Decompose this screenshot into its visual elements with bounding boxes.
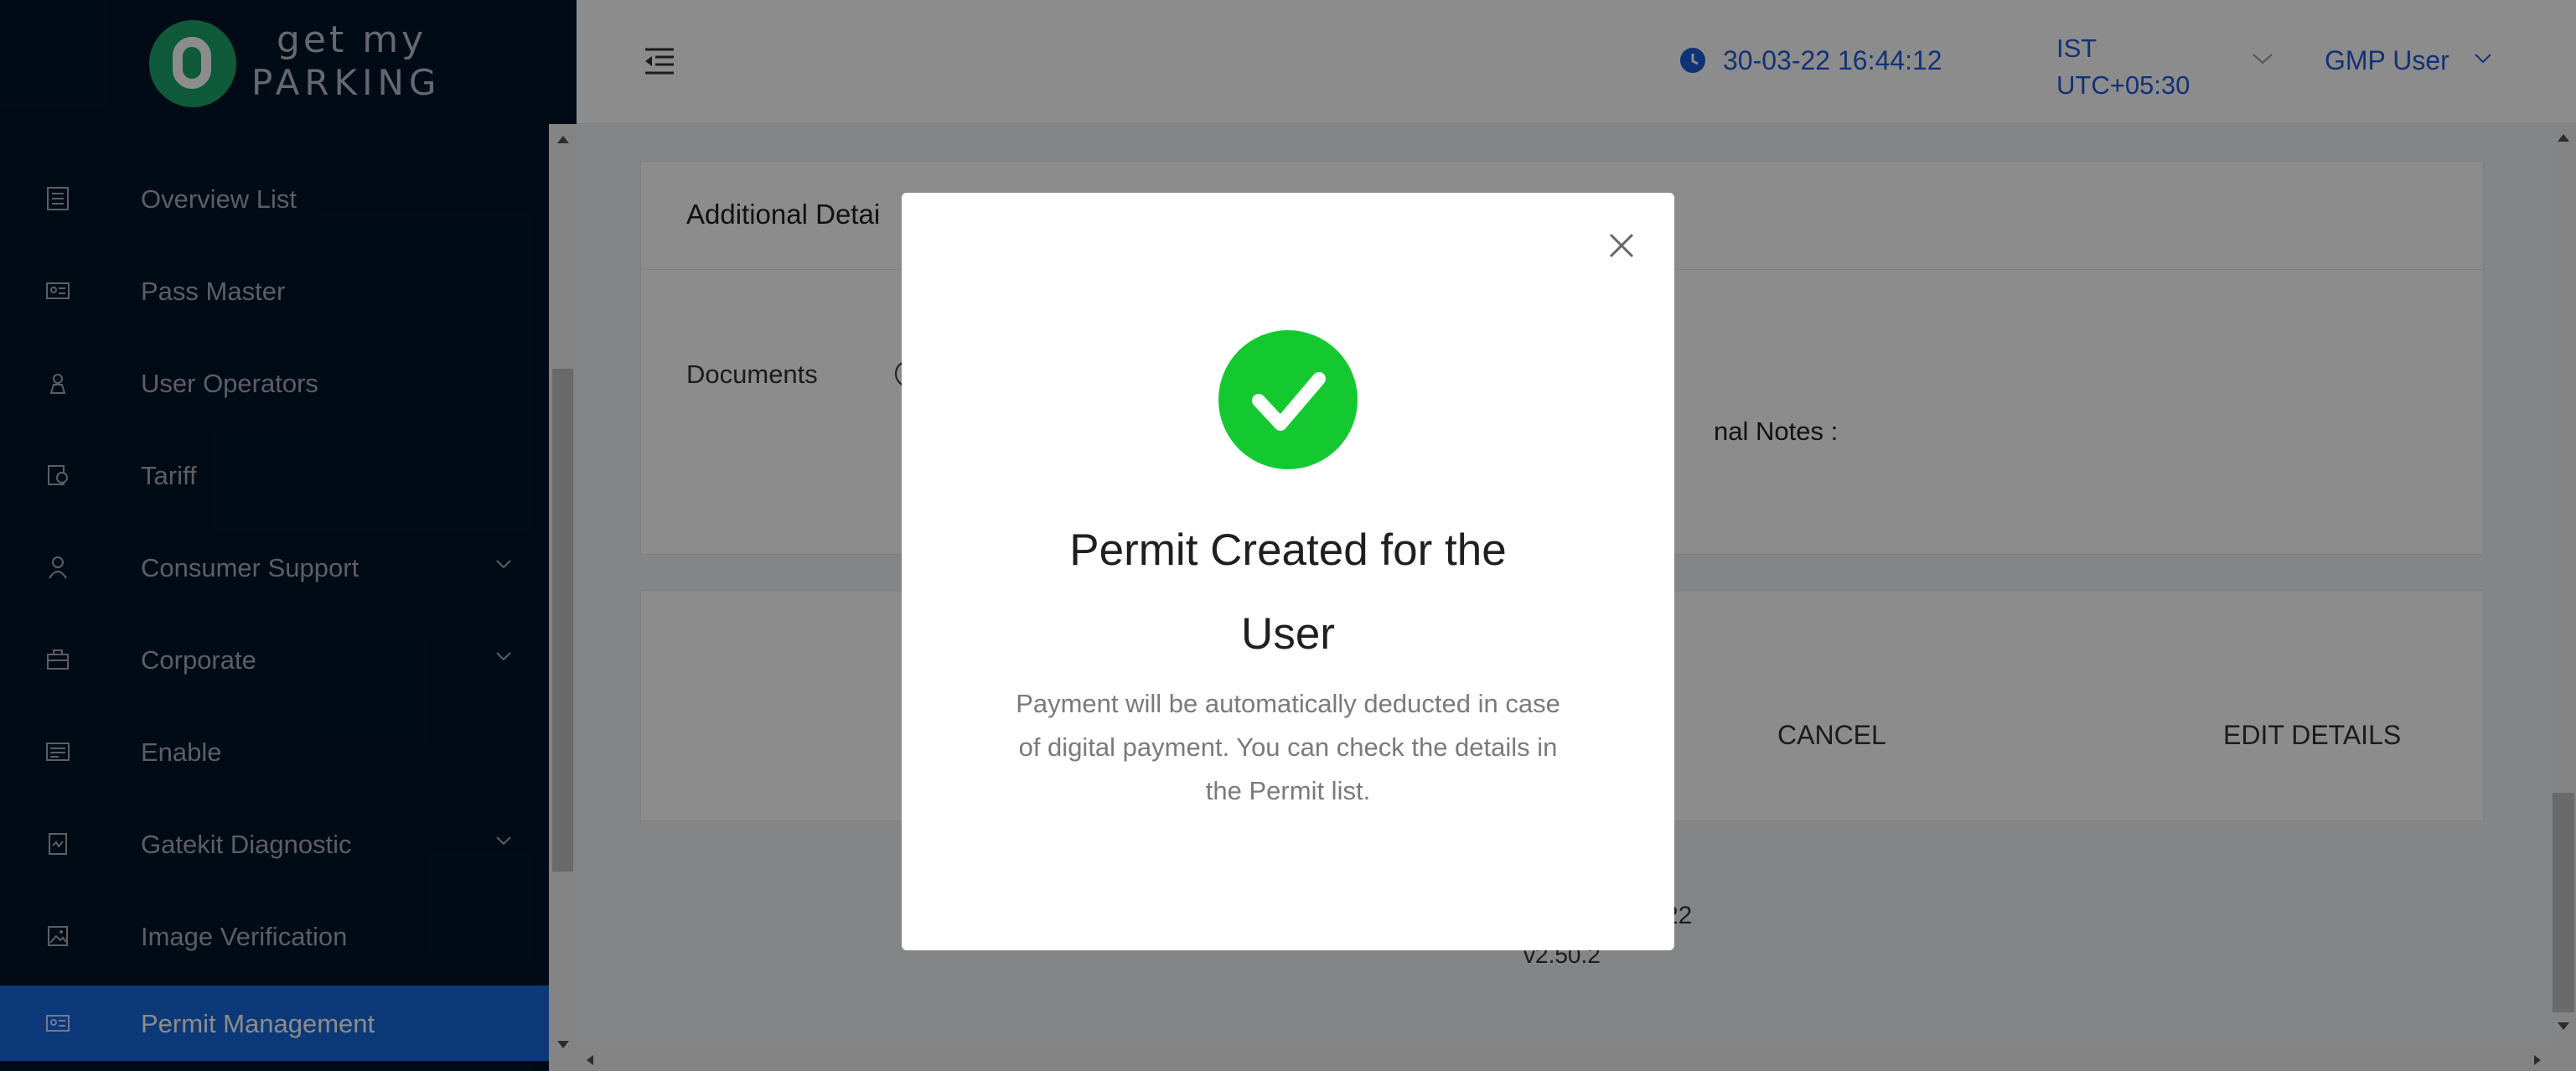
success-check-icon <box>1218 330 1358 469</box>
success-modal: Permit Created for the User Payment will… <box>902 193 1674 950</box>
modal-description: Payment will be automatically deducted i… <box>1016 689 1560 805</box>
modal-title-line1: Permit Created for the <box>1069 525 1507 575</box>
modal-title-line2: User <box>1241 609 1335 659</box>
close-icon[interactable] <box>1607 231 1636 260</box>
